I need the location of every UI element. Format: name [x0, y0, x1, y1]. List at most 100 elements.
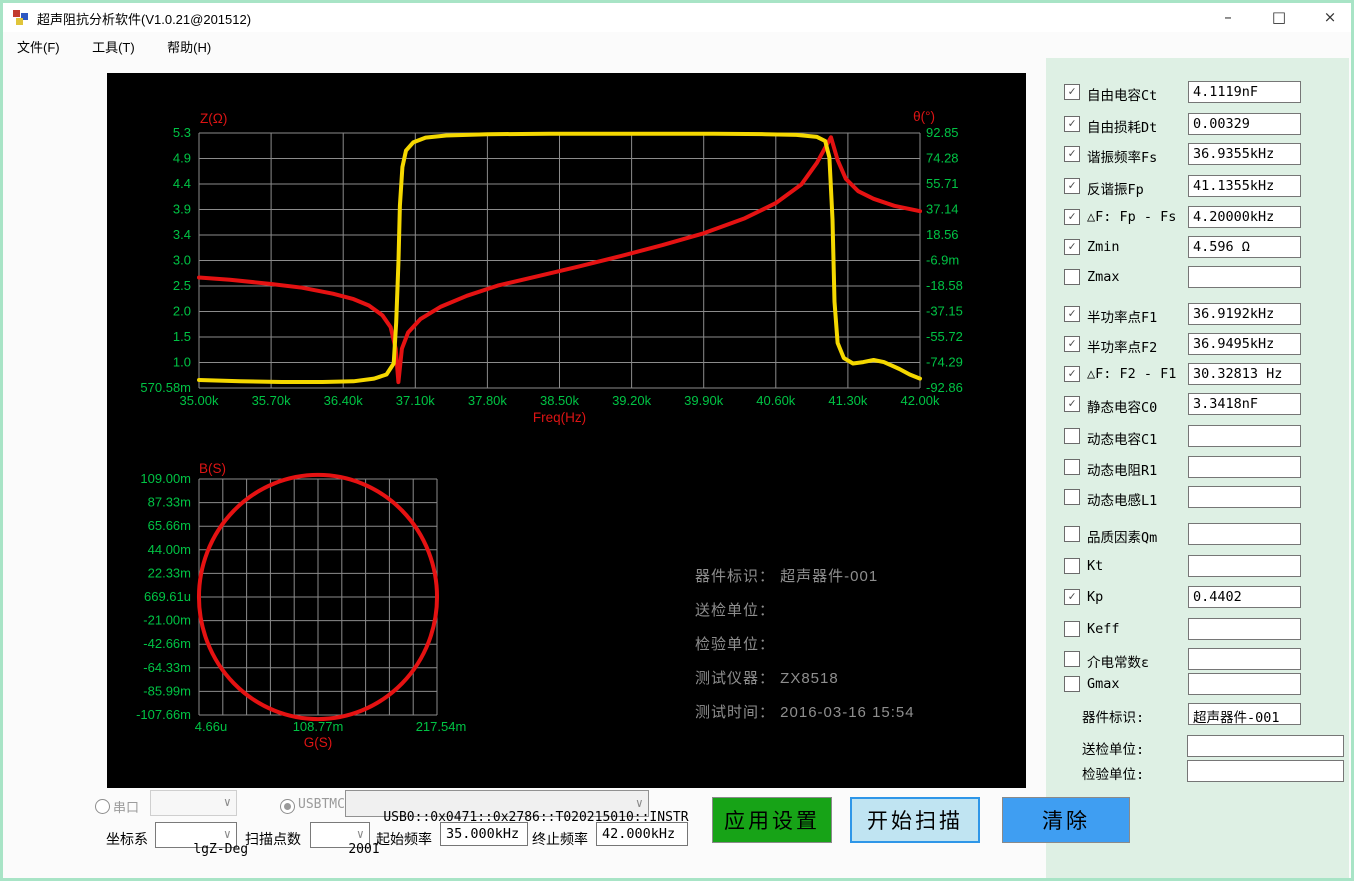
measurement-field[interactable] — [1188, 618, 1301, 640]
chevron-down-icon: ∨ — [635, 796, 643, 810]
clear-button[interactable]: 清除 — [1002, 797, 1130, 843]
tick-label: 37.80k — [468, 393, 508, 408]
measurement-label: 动态电容C1 — [1087, 432, 1158, 448]
measurement-field[interactable]: 4.20000kHz — [1188, 206, 1301, 228]
measurement-checkbox[interactable]: ✓ — [1064, 366, 1080, 382]
measurement-field[interactable] — [1188, 555, 1301, 577]
identity-field[interactable]: 超声器件-001 — [1188, 703, 1301, 726]
tick-label: 39.90k — [684, 393, 724, 408]
maximize-button[interactable]: □ — [1256, 3, 1302, 32]
measurement-field[interactable]: 0.4402 — [1188, 586, 1301, 608]
close-button[interactable]: × — [1307, 3, 1353, 32]
tick-label: -74.29 — [926, 355, 963, 370]
measurement-field[interactable] — [1188, 425, 1301, 447]
measurement-field[interactable]: 30.32813 Hz — [1188, 363, 1301, 385]
tick-label: 669.61u — [144, 589, 191, 604]
measurement-field[interactable] — [1188, 456, 1301, 478]
measurement-label: 自由损耗Dt — [1087, 120, 1158, 136]
apply-settings-button[interactable]: 应用设置 — [712, 797, 832, 843]
measurement-checkbox[interactable]: ✓ — [1064, 116, 1080, 132]
measurement-row: ✓ 自由损耗Dt 0.00329 — [1046, 112, 1349, 138]
identity-row: 检验单位: — [1046, 759, 1349, 785]
measurement-checkbox[interactable]: ✓ — [1064, 336, 1080, 352]
start-freq-label: 起始频率 — [376, 831, 432, 847]
identity-field[interactable] — [1187, 760, 1344, 782]
tick-label: 108.77m — [293, 719, 344, 734]
measurement-row: 动态电感L1 — [1046, 485, 1349, 511]
measurement-field[interactable]: 4.596 Ω — [1188, 236, 1301, 258]
identity-field[interactable] — [1187, 735, 1344, 757]
stop-freq-input[interactable]: 42.000kHz — [596, 822, 688, 846]
measurement-label: 半功率点F2 — [1087, 340, 1158, 356]
tick-label: 18.56 — [926, 227, 959, 242]
measurement-row: ✓ 半功率点F1 36.9192kHz — [1046, 302, 1349, 328]
measurement-checkbox[interactable] — [1064, 269, 1080, 285]
measurement-checkbox[interactable] — [1064, 558, 1080, 574]
tick-label: 3.0 — [173, 253, 191, 268]
tick-label: 35.70k — [252, 393, 292, 408]
measurement-field[interactable] — [1188, 266, 1301, 288]
measurement-field[interactable] — [1188, 486, 1301, 508]
start-scan-button[interactable]: 开始扫描 — [850, 797, 980, 843]
chart-panel: 35.00k 5.3 92.85 35.70k 4.9 74.28 36.40k 4.4 55.… — [107, 73, 1026, 788]
measurement-field[interactable] — [1188, 648, 1301, 670]
stop-freq-label: 终止频率 — [532, 831, 588, 847]
tick-label: 35.00k — [179, 393, 219, 408]
measurement-field[interactable]: 36.9355kHz — [1188, 143, 1301, 165]
measurement-row: ✓ 反谐振Fp 41.1355kHz — [1046, 174, 1349, 200]
measurement-checkbox[interactable]: ✓ — [1064, 396, 1080, 412]
measurement-field[interactable]: 3.3418nF — [1188, 393, 1301, 415]
measurement-checkbox[interactable]: ✓ — [1064, 306, 1080, 322]
sweep-points-select[interactable]: 2001 ∨ — [310, 822, 380, 857]
measurement-label: 谐振频率Fs — [1087, 150, 1158, 166]
x-axis-label: Freq(Hz) — [533, 410, 586, 425]
measurement-row: Kt — [1046, 554, 1349, 580]
measurement-field[interactable] — [1188, 673, 1301, 695]
measurement-checkbox[interactable] — [1064, 428, 1080, 444]
tick-label: 2.0 — [173, 304, 191, 319]
tick-label: 36.40k — [324, 393, 364, 408]
measurement-checkbox[interactable]: ✓ — [1064, 84, 1080, 100]
tick-label: 42.00k — [900, 393, 940, 408]
tick-label: -107.66m — [136, 707, 191, 722]
measurement-checkbox[interactable] — [1064, 489, 1080, 505]
coord-system-label: 坐标系 — [106, 831, 148, 847]
measurement-checkbox[interactable]: ✓ — [1064, 589, 1080, 605]
usbtmc-radio[interactable] — [280, 799, 295, 814]
measurement-checkbox[interactable]: ✓ — [1064, 178, 1080, 194]
measurement-field[interactable]: 4.1119nF — [1188, 81, 1301, 103]
measurement-field[interactable]: 36.9192kHz — [1188, 303, 1301, 325]
measurement-row: ✓ Zmin 4.596 Ω — [1046, 235, 1349, 261]
measurement-field[interactable]: 41.1355kHz — [1188, 175, 1301, 197]
measurement-field[interactable] — [1188, 523, 1301, 545]
measurement-label: 半功率点F1 — [1087, 310, 1158, 326]
tick-label: -85.99m — [143, 683, 191, 698]
measurement-row: ✓ Kp 0.4402 — [1046, 585, 1349, 611]
tick-label: 22.33m — [148, 565, 191, 580]
x-axis-label: G(S) — [304, 735, 333, 750]
measurement-checkbox[interactable] — [1064, 676, 1080, 692]
measurement-label: Zmax — [1087, 269, 1120, 285]
serial-port-select[interactable]: ∨ — [150, 790, 237, 816]
minimize-button[interactable]: – — [1205, 3, 1251, 32]
measurement-checkbox[interactable] — [1064, 621, 1080, 637]
serial-radio[interactable] — [95, 799, 110, 814]
usbtmc-address-select[interactable]: USB0::0x0471::0x2786::T020215010::INSTR … — [345, 790, 689, 825]
coord-system-select[interactable]: lgZ-Deg ∨ — [155, 822, 248, 857]
measurement-checkbox[interactable] — [1064, 459, 1080, 475]
measurement-checkbox[interactable] — [1064, 526, 1080, 542]
menu-help[interactable]: 帮助(H) — [153, 32, 225, 58]
menu-tools[interactable]: 工具(T) — [78, 32, 149, 58]
tick-label: 87.33m — [148, 495, 191, 510]
measurement-checkbox[interactable]: ✓ — [1064, 239, 1080, 255]
measurement-checkbox[interactable] — [1064, 651, 1080, 667]
measurement-field[interactable]: 36.9495kHz — [1188, 333, 1301, 355]
start-freq-input[interactable]: 35.000kHz — [440, 822, 528, 846]
measurement-checkbox[interactable]: ✓ — [1064, 146, 1080, 162]
measurement-checkbox[interactable]: ✓ — [1064, 209, 1080, 225]
tick-label: 37.14 — [926, 202, 959, 217]
identity-row: 器件标识: 超声器件-001 — [1046, 702, 1349, 728]
measurement-field[interactable]: 0.00329 — [1188, 113, 1301, 135]
menu-file[interactable]: 文件(F) — [3, 32, 74, 58]
chevron-down-icon: ∨ — [223, 827, 231, 841]
